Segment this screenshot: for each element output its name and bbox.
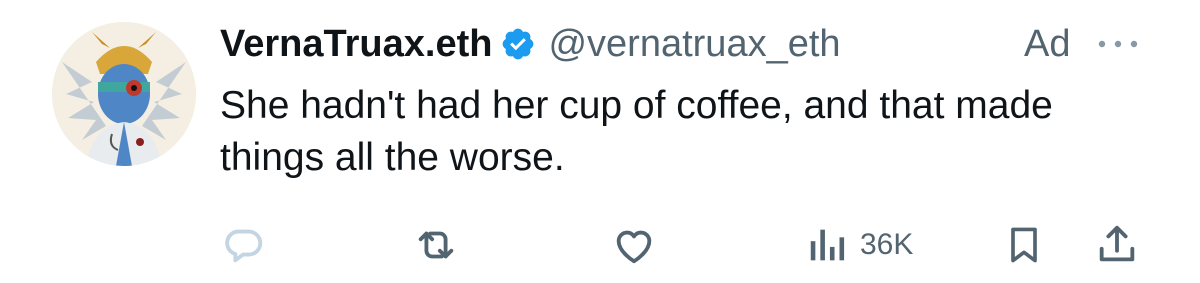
share-button[interactable] [1094,222,1140,268]
reply-button[interactable] [220,222,266,268]
share-icon [1094,222,1140,268]
avatar[interactable] [52,22,196,166]
action-bar: 36K [0,210,1200,280]
post-text: She hadn't had her cup of coffee, and th… [220,84,1053,179]
repost-icon [412,222,460,268]
author-handle[interactable]: @vernatruax_eth [548,23,840,66]
verified-badge-icon [500,26,536,62]
post-header: VernaTruax.eth @vernatruax_eth [220,18,841,70]
more-dots-icon[interactable] [1096,32,1140,56]
bookmark-icon [1002,222,1046,268]
reply-icon [220,222,266,268]
avatar-illustration [52,22,196,166]
views-button[interactable]: 36K [806,222,913,268]
heart-icon [610,222,658,268]
repost-button[interactable] [412,222,460,268]
bookmark-button[interactable] [1002,222,1046,268]
views-count: 36K [860,228,914,261]
views-bar-chart-icon [806,222,850,268]
author-display-name[interactable]: VernaTruax.eth [220,23,492,66]
like-button[interactable] [610,222,658,268]
ad-label: Ad [1024,22,1071,65]
tweet-card[interactable]: VernaTruax.eth @vernatruax_eth Ad She ha… [0,0,1200,283]
